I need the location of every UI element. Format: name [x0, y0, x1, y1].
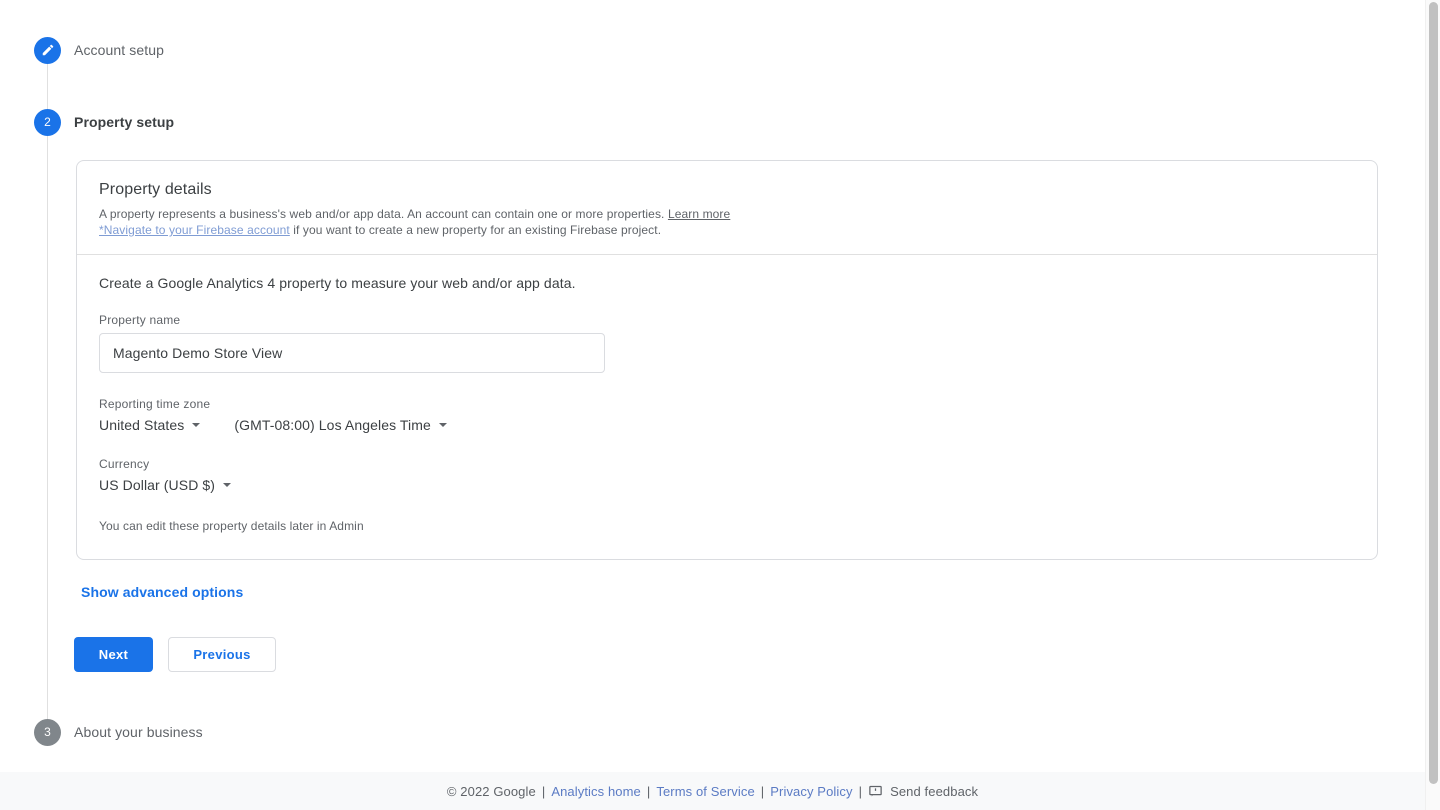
sidebar-item-label-account-setup: Account setup: [74, 42, 165, 58]
chevron-down-icon: [438, 423, 447, 427]
terms-of-service-link[interactable]: Terms of Service: [656, 784, 754, 799]
card-header: Property details A property represents a…: [77, 161, 1377, 255]
step-number-2: 2: [44, 115, 51, 129]
currency-value: US Dollar (USD $): [99, 477, 216, 493]
step-number-3: 3: [44, 725, 51, 739]
send-feedback-label: Send feedback: [890, 783, 979, 799]
reporting-timezone-row: United States (GMT-08:00) Los Angeles Ti…: [99, 417, 1355, 433]
property-name-input[interactable]: [99, 333, 605, 373]
previous-button[interactable]: Previous: [168, 637, 276, 672]
chevron-down-icon: [192, 423, 201, 427]
sidebar-item-account-setup[interactable]: Account setup: [34, 36, 164, 64]
card-body: Create a Google Analytics 4 property to …: [77, 255, 1377, 559]
feedback-icon: [868, 784, 883, 799]
property-details-card: Property details A property represents a…: [76, 160, 1378, 560]
main-content: Account setup 2 Property setup 3 About y…: [0, 0, 1425, 810]
timezone-zone-value: (GMT-08:00) Los Angeles Time: [234, 417, 431, 433]
sidebar-item-about-your-business[interactable]: 3 About your business: [34, 718, 203, 746]
page-title: Property details: [99, 181, 212, 198]
currency-label: Currency: [99, 457, 150, 471]
timezone-country-select[interactable]: United States: [99, 417, 201, 433]
property-name-field-group: Property name: [99, 313, 1355, 373]
firebase-description-rest: if you want to create a new property for…: [289, 223, 662, 237]
currency-select[interactable]: US Dollar (USD $): [99, 477, 232, 493]
copyright-text: © 2022 Google: [446, 783, 536, 799]
timezone-country-value: United States: [99, 417, 185, 433]
sidebar-item-label-property-setup: Property setup: [74, 114, 175, 130]
card-footer-note: You can edit these property details late…: [99, 519, 364, 533]
currency-field-group: Currency US Dollar (USD $): [99, 457, 1355, 495]
footer-separator: |: [858, 783, 863, 799]
show-advanced-options-link[interactable]: Show advanced options: [81, 584, 243, 600]
stepper-connector-2: [47, 136, 48, 722]
stepper-connector-1: [47, 64, 48, 110]
firebase-account-link[interactable]: *Navigate to your Firebase account: [99, 223, 290, 237]
next-button[interactable]: Next: [74, 637, 153, 672]
learn-more-link[interactable]: Learn more: [668, 207, 730, 221]
footer-separator: |: [541, 783, 546, 799]
privacy-policy-link[interactable]: Privacy Policy: [770, 784, 852, 799]
scrollbar-thumb[interactable]: [1429, 2, 1438, 784]
footer-links: © 2022 Google | Analytics home | Terms o…: [447, 784, 978, 799]
footer-separator: |: [646, 783, 651, 799]
form-actions: Next Previous: [74, 637, 276, 672]
card-intro-text: Create a Google Analytics 4 property to …: [99, 275, 576, 291]
step-number-badge-3: 3: [34, 718, 61, 746]
send-feedback-button[interactable]: Send feedback: [868, 784, 978, 799]
step-number-badge-2: 2: [34, 108, 61, 136]
vertical-scrollbar[interactable]: [1425, 0, 1440, 810]
sidebar-item-property-setup[interactable]: 2 Property setup: [34, 108, 174, 136]
timezone-zone-select[interactable]: (GMT-08:00) Los Angeles Time: [234, 417, 447, 433]
card-description-text: A property represents a business's web a…: [99, 207, 668, 221]
edit-pencil-icon: [34, 36, 61, 64]
chevron-down-icon: [223, 483, 232, 487]
footer-separator: |: [760, 783, 765, 799]
reporting-timezone-field-group: Reporting time zone United States (GMT-0…: [99, 397, 1355, 433]
page-footer: © 2022 Google | Analytics home | Terms o…: [0, 772, 1425, 810]
reporting-timezone-label: Reporting time zone: [99, 397, 211, 411]
page-root: Account setup 2 Property setup 3 About y…: [0, 0, 1440, 810]
sidebar-item-label-about-your-business: About your business: [74, 724, 203, 740]
analytics-home-link[interactable]: Analytics home: [551, 784, 641, 799]
property-name-label: Property name: [99, 313, 181, 327]
card-description: A property represents a business's web a…: [99, 206, 999, 238]
